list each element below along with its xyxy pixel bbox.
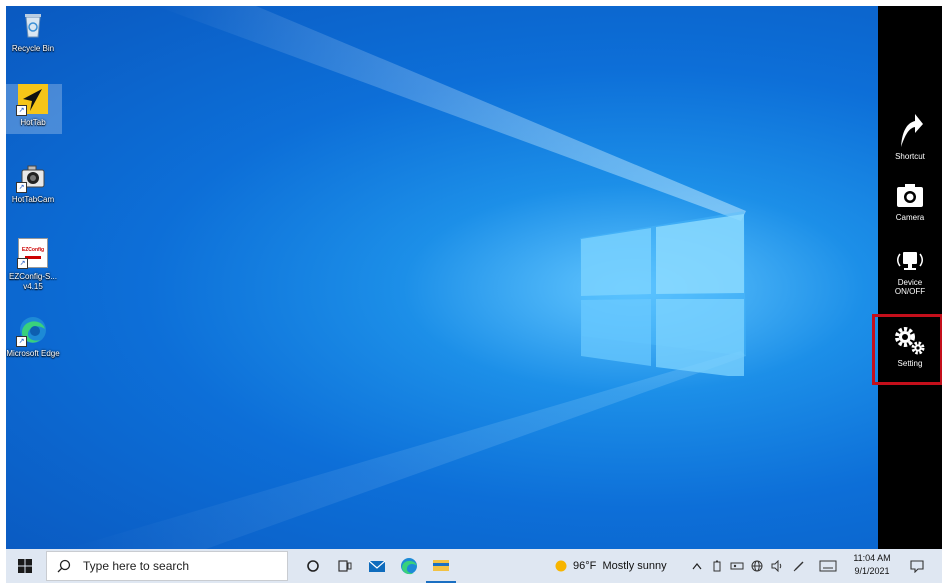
shortcut-arrow-icon: [901, 114, 923, 147]
edge-icon: ↗: [16, 315, 48, 347]
file-explorer-icon: [433, 560, 449, 571]
task-view-icon: [338, 560, 352, 572]
volume-icon: [771, 560, 782, 572]
windows-start-icon: [18, 559, 32, 573]
recycle-bin-icon: [18, 10, 48, 40]
edge-icon: [401, 558, 417, 575]
clock-date: 9/1/2021: [854, 566, 890, 576]
file-explorer-button[interactable]: [426, 549, 456, 583]
shortcut-overlay-icon: ↗: [17, 258, 28, 269]
device-onoff-button[interactable]: Device ON/OFF: [878, 249, 942, 296]
tray-network[interactable]: [728, 549, 746, 583]
hottab-icon: ↗: [16, 84, 48, 116]
battery-icon: [713, 560, 721, 572]
globe-icon: [751, 560, 763, 572]
sun-icon: [555, 560, 567, 572]
shortcut-label: Shortcut: [895, 152, 925, 161]
edge-taskbar-button[interactable]: [394, 549, 424, 583]
task-view-button[interactable]: [330, 549, 360, 583]
desktop-icon-ezconfig[interactable]: EZConfig ↗ EZConfig-S... v4.15: [6, 238, 62, 292]
network-icon: [730, 562, 744, 570]
shortcut-overlay-icon: ↗: [16, 336, 27, 347]
tray-touch-keyboard[interactable]: [816, 549, 840, 583]
desktop-icon-label: HotTab: [20, 118, 46, 127]
weather-text: 96°F Mostly sunny: [573, 560, 667, 572]
search-placeholder: Type here to search: [83, 559, 190, 573]
shortcut-overlay-icon: ↗: [16, 105, 27, 116]
device-wireless-icon: [897, 252, 923, 270]
shortcut-overlay-icon: ↗: [16, 182, 27, 193]
windows-logo-graphic: [581, 214, 744, 376]
start-button[interactable]: [6, 549, 44, 583]
device-onoff-label: Device ON/OFF: [894, 278, 926, 296]
taskbar-clock[interactable]: 11:04 AM 9/1/2021: [848, 552, 896, 578]
desktop-icon-recycle-bin[interactable]: Recycle Bin: [6, 10, 62, 54]
taskbar-search-box[interactable]: Type here to search: [46, 551, 288, 581]
search-icon: [57, 559, 71, 573]
desktop-icon-label: Microsoft Edge: [6, 349, 60, 358]
tray-pen[interactable]: [790, 549, 808, 583]
chevron-up-icon: [692, 563, 702, 570]
keyboard-icon: [819, 560, 837, 572]
desktop-icon-label: EZConfig-S... v4.15: [8, 272, 57, 291]
tray-language[interactable]: [748, 549, 766, 583]
desktop-icon-hottab[interactable]: ↗ HotTab: [6, 84, 62, 134]
weather-widget[interactable]: 96°F Mostly sunny: [554, 549, 682, 583]
tray-battery[interactable]: [708, 549, 726, 583]
hottab-side-panel: Shortcut Camera Device ON/OFF Setting: [878, 6, 942, 549]
mail-icon: [368, 560, 386, 572]
desktop-icon-label: HotTabCam: [11, 195, 55, 204]
desktop-icon-label: Recycle Bin: [11, 44, 55, 53]
clock-time: 11:04 AM: [853, 553, 891, 563]
notifications-button[interactable]: [902, 549, 932, 583]
notification-icon: [910, 560, 924, 573]
mail-button[interactable]: [362, 549, 392, 583]
setting-highlight-box: [872, 314, 942, 385]
camera-button[interactable]: Camera: [878, 182, 942, 222]
show-hidden-icons-button[interactable]: [688, 549, 706, 583]
cortana-button[interactable]: [298, 549, 328, 583]
camera-icon: [897, 184, 923, 207]
desktop-icon-hottabcam[interactable]: ↗ HotTabCam: [6, 161, 62, 205]
screen: Recycle Bin ↗ HotTab ↗ HotTabCam EZConfi…: [6, 6, 942, 583]
ezconfig-icon: EZConfig ↗: [17, 238, 48, 269]
pen-icon: [793, 561, 804, 572]
desktop-background: Recycle Bin ↗ HotTab ↗ HotTabCam EZConfi…: [6, 6, 878, 549]
tray-volume[interactable]: [768, 549, 786, 583]
taskbar: Type here to search 96°F Mostly sunny 11…: [6, 549, 942, 583]
desktop-icon-microsoft-edge[interactable]: ↗ Microsoft Edge: [6, 315, 62, 359]
camera-label: Camera: [895, 213, 925, 222]
camera-app-icon: ↗: [16, 161, 48, 193]
shortcut-button[interactable]: Shortcut: [878, 109, 942, 161]
cortana-icon: [307, 560, 319, 572]
